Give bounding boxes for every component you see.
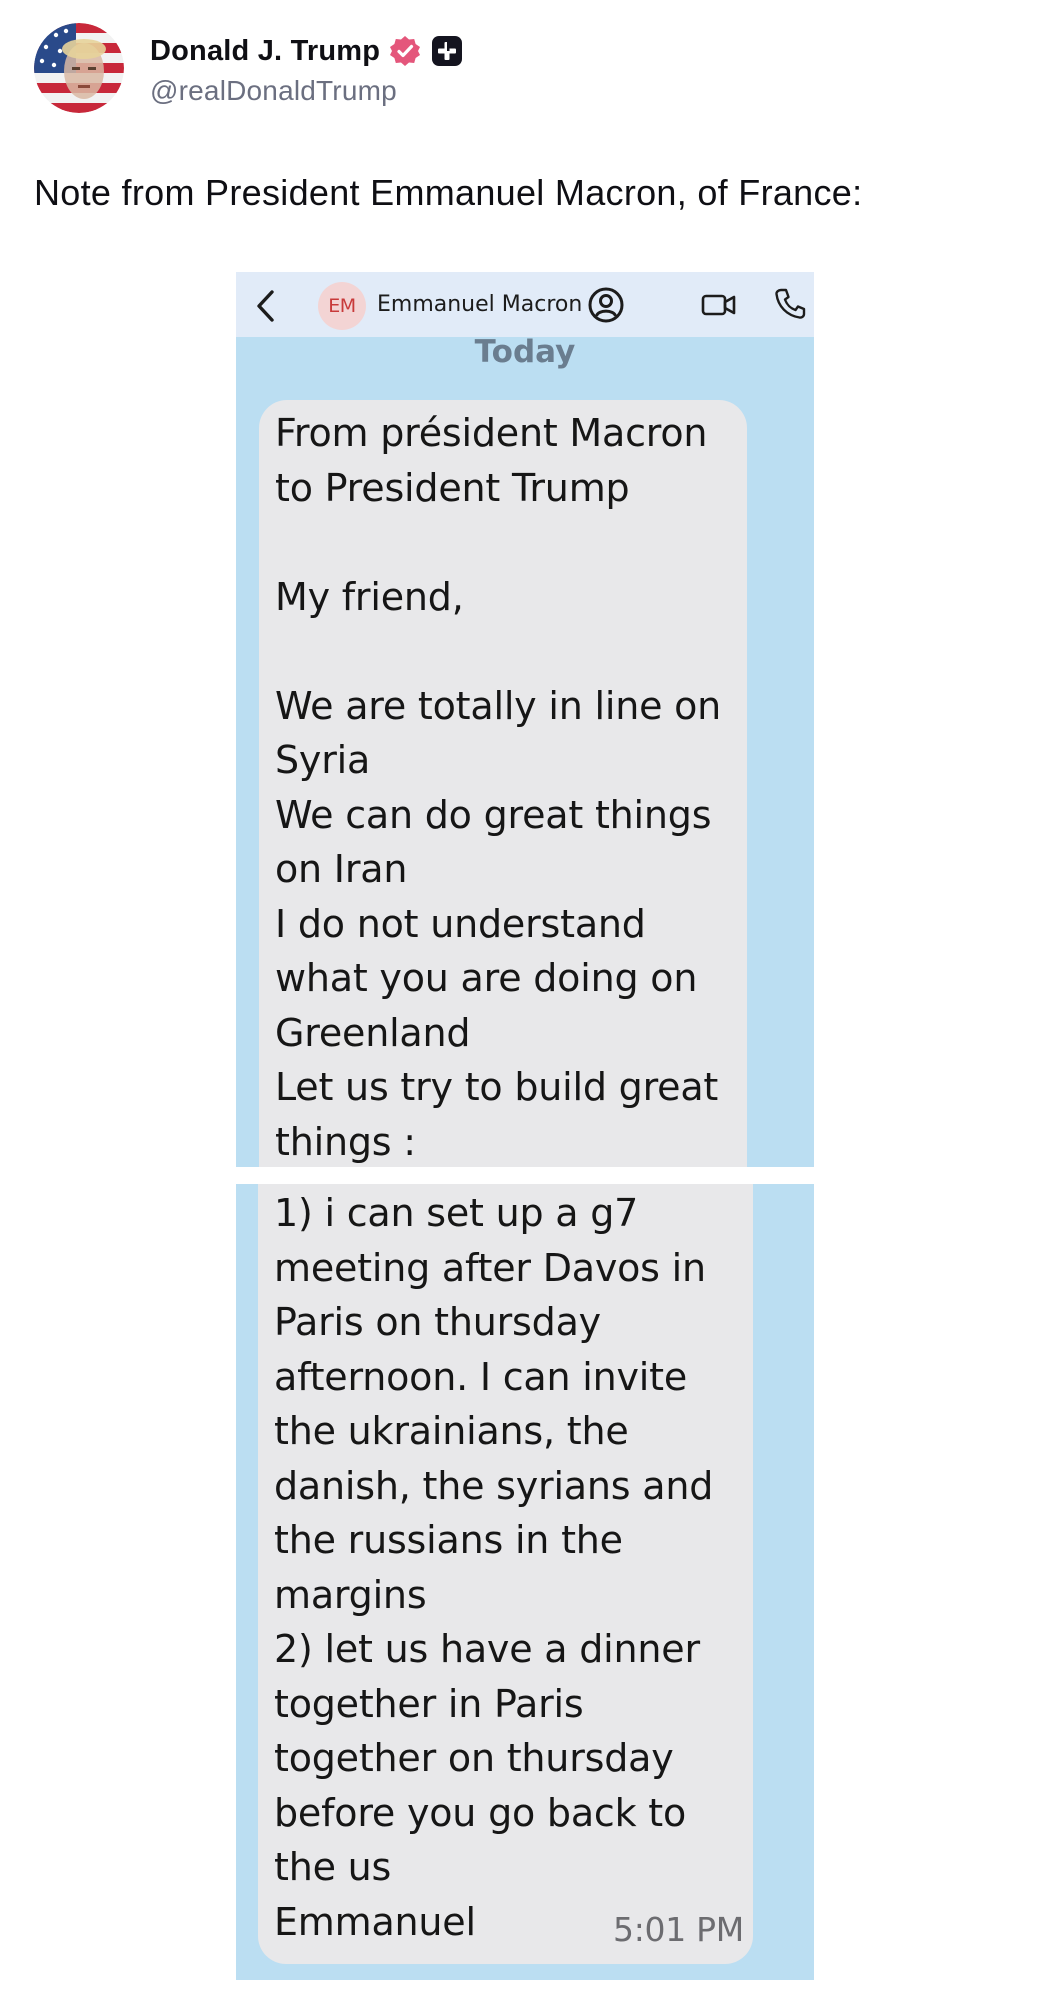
message-line: danish, the syrians and	[274, 1463, 714, 1508]
post-text: Note from President Emmanuel Macron, of …	[34, 172, 863, 213]
contact-name: Emmanuel Macron	[377, 292, 583, 317]
message-signature: Emmanuel	[274, 1899, 476, 1944]
message-timestamp: 5:01 PM	[613, 1909, 744, 1949]
chevron-left-icon	[252, 288, 282, 324]
message-line: We can do great things	[275, 792, 712, 837]
avatar[interactable]	[34, 23, 124, 113]
message-line: Greenland	[275, 1010, 471, 1055]
message-line: what you are doing on	[275, 956, 698, 1000]
name-row: Donald J. Trump	[150, 29, 463, 73]
flag-portrait-avatar-icon	[34, 23, 124, 113]
message-line: afternoon. I can invite	[274, 1354, 688, 1399]
message-line: the ukrainians, the	[274, 1409, 629, 1453]
signature-row: Emmanuel 5:01 PM	[274, 1895, 753, 1950]
message-line: meeting after Davos in	[274, 1245, 706, 1290]
message-line: Let us try to build great	[275, 1065, 719, 1109]
message-line: margins	[274, 1572, 427, 1617]
message-line: together in Paris	[274, 1681, 584, 1726]
chat-header: EM Emmanuel Macron	[236, 272, 814, 337]
message-line: the us	[274, 1845, 392, 1889]
message-bubble-part2: 1) i can set up a g7 meeting after Davos…	[258, 1184, 753, 1964]
message-line: Syria	[275, 738, 371, 782]
plus-badge-icon	[431, 35, 463, 67]
message-line: things :	[275, 1119, 416, 1164]
message-line: together on thursday	[274, 1736, 674, 1780]
display-name[interactable]: Donald J. Trump	[150, 35, 380, 68]
message-line: 2) let us have a dinner	[274, 1627, 700, 1671]
identity-block: Donald J. Trump @realDonaldTrump	[150, 29, 463, 107]
contact-avatar: EM	[318, 282, 366, 330]
user-handle[interactable]: @realDonaldTrump	[150, 75, 463, 107]
message-line: My friend,	[275, 574, 464, 619]
message-line: to President Trump	[275, 465, 630, 510]
phone-icon	[773, 286, 807, 322]
message-line: on Iran	[275, 847, 408, 891]
post-header: Donald J. Trump @realDonaldTrump	[34, 22, 463, 114]
attachment-image-bottom[interactable]: 1) i can set up a g7 meeting after Davos…	[236, 1184, 814, 1980]
message-line: We are totally in line on	[275, 683, 722, 728]
verified-badge-icon	[388, 34, 422, 68]
attachment-image-top[interactable]: EM Emmanuel Macron Today From président …	[236, 272, 814, 1167]
message-line: I do not understand	[275, 901, 646, 946]
message-line: From président Macron	[275, 411, 708, 455]
message-line: before you go back to	[274, 1790, 687, 1835]
message-line: 1) i can set up a g7	[274, 1191, 639, 1235]
message-line: the russians in the	[274, 1518, 623, 1562]
message-bubble-part1: From président Macron to President Trump…	[259, 400, 747, 1167]
video-camera-icon	[701, 290, 737, 320]
message-line: Paris on thursday	[274, 1300, 601, 1344]
person-circle-icon	[587, 286, 625, 324]
date-divider: Today	[474, 334, 576, 370]
